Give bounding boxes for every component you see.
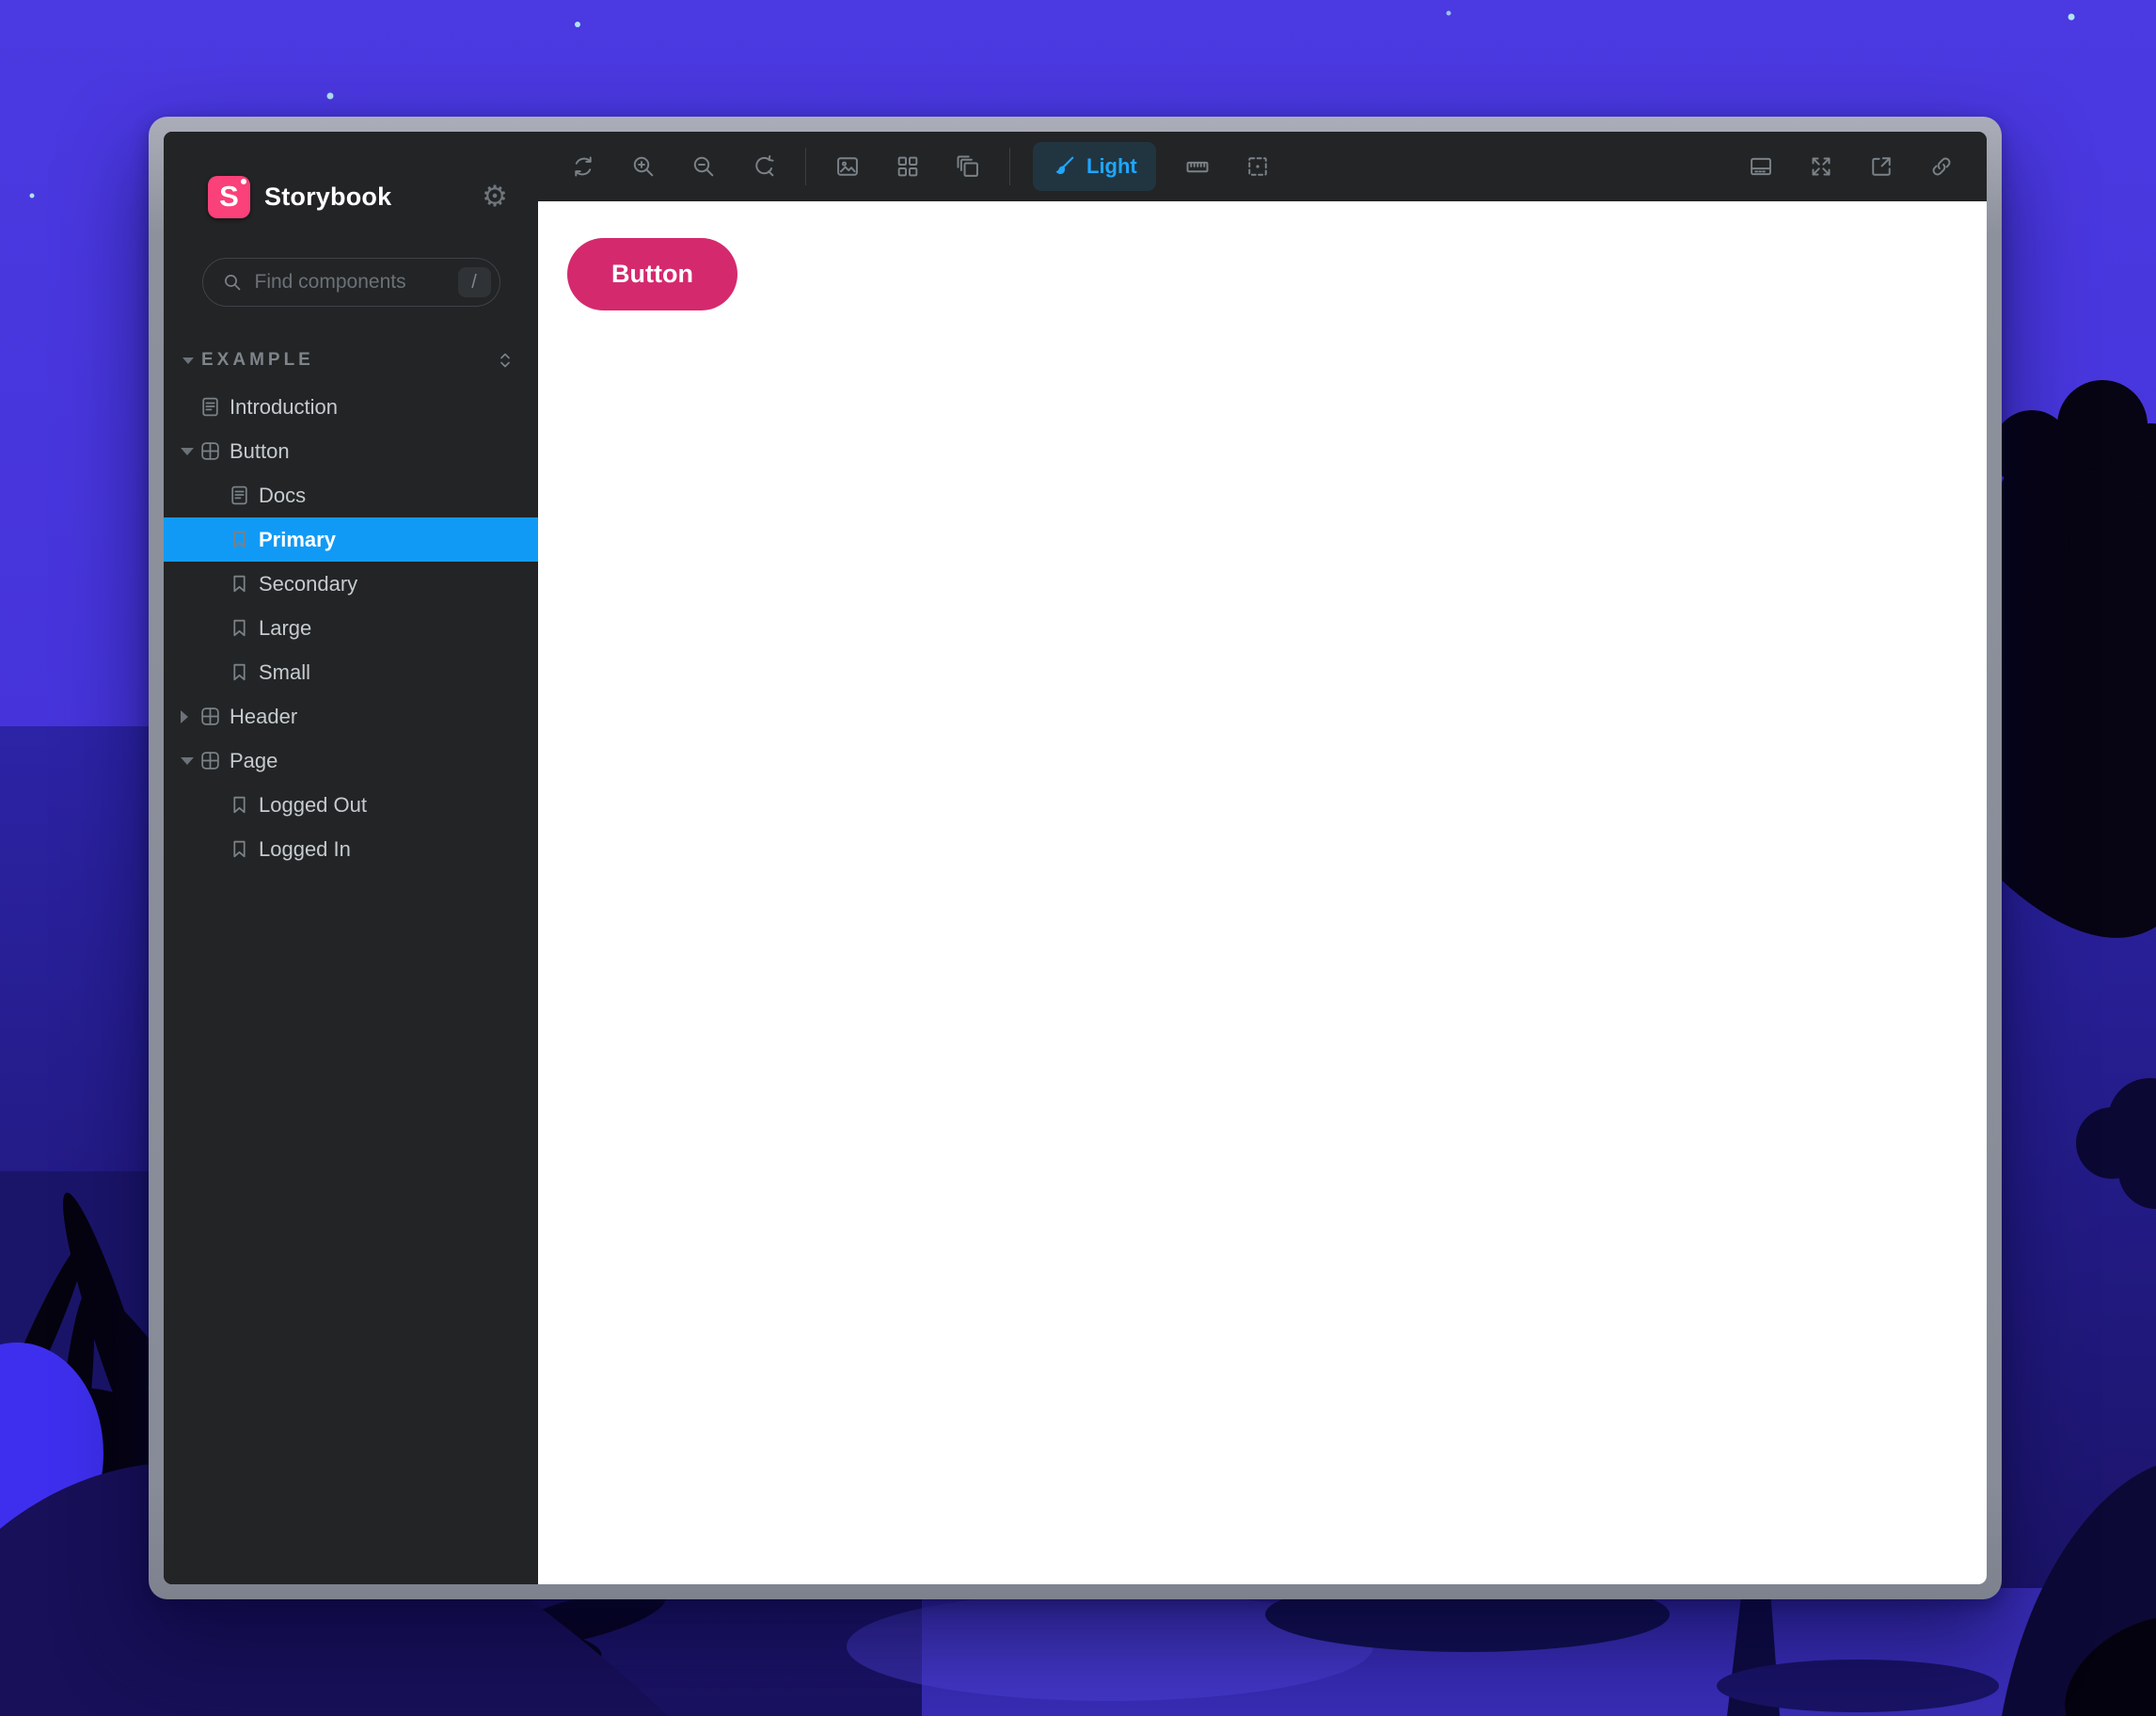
section-collapse-caret-icon[interactable] <box>182 357 194 364</box>
paintbrush-icon <box>1055 156 1074 174</box>
logo-letter: S <box>219 180 239 213</box>
zoom-in-icon[interactable] <box>625 148 662 185</box>
tree-item-label: Button <box>230 438 290 463</box>
bookmark-icon <box>233 575 246 593</box>
search-icon <box>224 275 240 291</box>
tree-item-docs[interactable]: Docs <box>164 473 538 517</box>
document-icon <box>202 397 218 417</box>
search-box[interactable]: / <box>201 258 500 307</box>
tree-item-label: Header <box>230 704 298 728</box>
tree-item-button[interactable]: Button <box>164 429 538 473</box>
fullscreen-icon[interactable] <box>1802 148 1840 185</box>
viewport-icon[interactable] <box>949 148 987 185</box>
tree-item-logged-out[interactable]: Logged Out <box>164 783 538 827</box>
sidebar-section-example[interactable]: EXAMPLE <box>182 347 517 373</box>
zoom-out-icon[interactable] <box>685 148 722 185</box>
story-primary-button[interactable]: Button <box>567 238 737 310</box>
tree-item-label: Page <box>230 748 278 772</box>
tree-item-small[interactable]: Small <box>164 650 538 694</box>
tree-item-label: Logged In <box>259 836 351 861</box>
tree-item-primary-selected[interactable]: Primary <box>164 517 538 562</box>
tree-item-label: Logged Out <box>259 792 367 817</box>
outline-icon[interactable] <box>1239 148 1276 185</box>
remount-icon[interactable] <box>564 148 602 185</box>
zoom-reset-icon[interactable] <box>745 148 783 185</box>
search-shortcut-badge: / <box>457 267 491 297</box>
sidebar: S Storybook ⚙ / EXAMPLE <box>164 132 538 1584</box>
storybook-app: S Storybook ⚙ / EXAMPLE <box>164 132 1987 1584</box>
caret-down-icon[interactable] <box>181 756 194 765</box>
component-icon <box>201 752 219 770</box>
theme-toggle-button[interactable]: Light <box>1033 142 1156 191</box>
measure-icon[interactable] <box>1179 148 1216 185</box>
tree-item-label: Secondary <box>259 571 358 596</box>
logo-spark <box>241 178 246 184</box>
toolbar-divider <box>1009 148 1010 185</box>
theme-label: Light <box>1086 154 1137 178</box>
tree-item-page[interactable]: Page <box>164 739 538 783</box>
brand-name: Storybook <box>264 182 392 211</box>
bookmark-icon <box>233 796 246 814</box>
main-area: Light Button <box>538 132 1987 1584</box>
settings-gear-icon[interactable]: ⚙ <box>476 178 514 215</box>
tree-item-large[interactable]: Large <box>164 606 538 650</box>
toolbar-right-group <box>1720 148 1960 185</box>
component-icon <box>201 442 219 460</box>
section-label: EXAMPLE <box>201 350 314 370</box>
grid-icon[interactable] <box>889 148 927 185</box>
component-tree: Introduction Button Docs Primary Seconda… <box>164 385 538 871</box>
search-input[interactable] <box>252 270 458 294</box>
tree-item-label: Introduction <box>230 394 338 419</box>
caret-right-icon[interactable] <box>181 709 188 723</box>
copy-link-icon[interactable] <box>1923 148 1960 185</box>
story-canvas: Button <box>538 201 1987 1584</box>
storybook-logo-icon: S <box>208 175 250 218</box>
toolbar-divider <box>805 148 806 185</box>
bookmark-icon <box>233 531 246 548</box>
tree-item-secondary[interactable]: Secondary <box>164 562 538 606</box>
addons-panel-icon[interactable] <box>1742 148 1780 185</box>
tree-item-label: Small <box>259 659 311 684</box>
open-new-tab-icon[interactable] <box>1863 148 1900 185</box>
tree-item-header[interactable]: Header <box>164 694 538 739</box>
desktop: S Storybook ⚙ / EXAMPLE <box>0 0 2156 1716</box>
tree-item-label: Large <box>259 615 312 640</box>
tree-item-label: Primary <box>259 527 336 551</box>
tree-item-label: Docs <box>259 483 307 507</box>
tree-item-logged-in[interactable]: Logged In <box>164 827 538 871</box>
document-icon <box>231 485 247 505</box>
bookmark-icon <box>233 663 246 681</box>
app-window: S Storybook ⚙ / EXAMPLE <box>149 117 2002 1599</box>
expand-collapse-all-icon[interactable] <box>493 348 517 373</box>
backgrounds-icon[interactable] <box>829 148 866 185</box>
component-icon <box>201 707 219 725</box>
brand-row: S Storybook ⚙ <box>208 175 514 218</box>
tree-item-introduction[interactable]: Introduction <box>164 385 538 429</box>
canvas-toolbar: Light <box>538 132 1987 201</box>
caret-down-icon[interactable] <box>181 447 194 455</box>
bookmark-icon <box>233 840 246 858</box>
bookmark-icon <box>233 619 246 637</box>
